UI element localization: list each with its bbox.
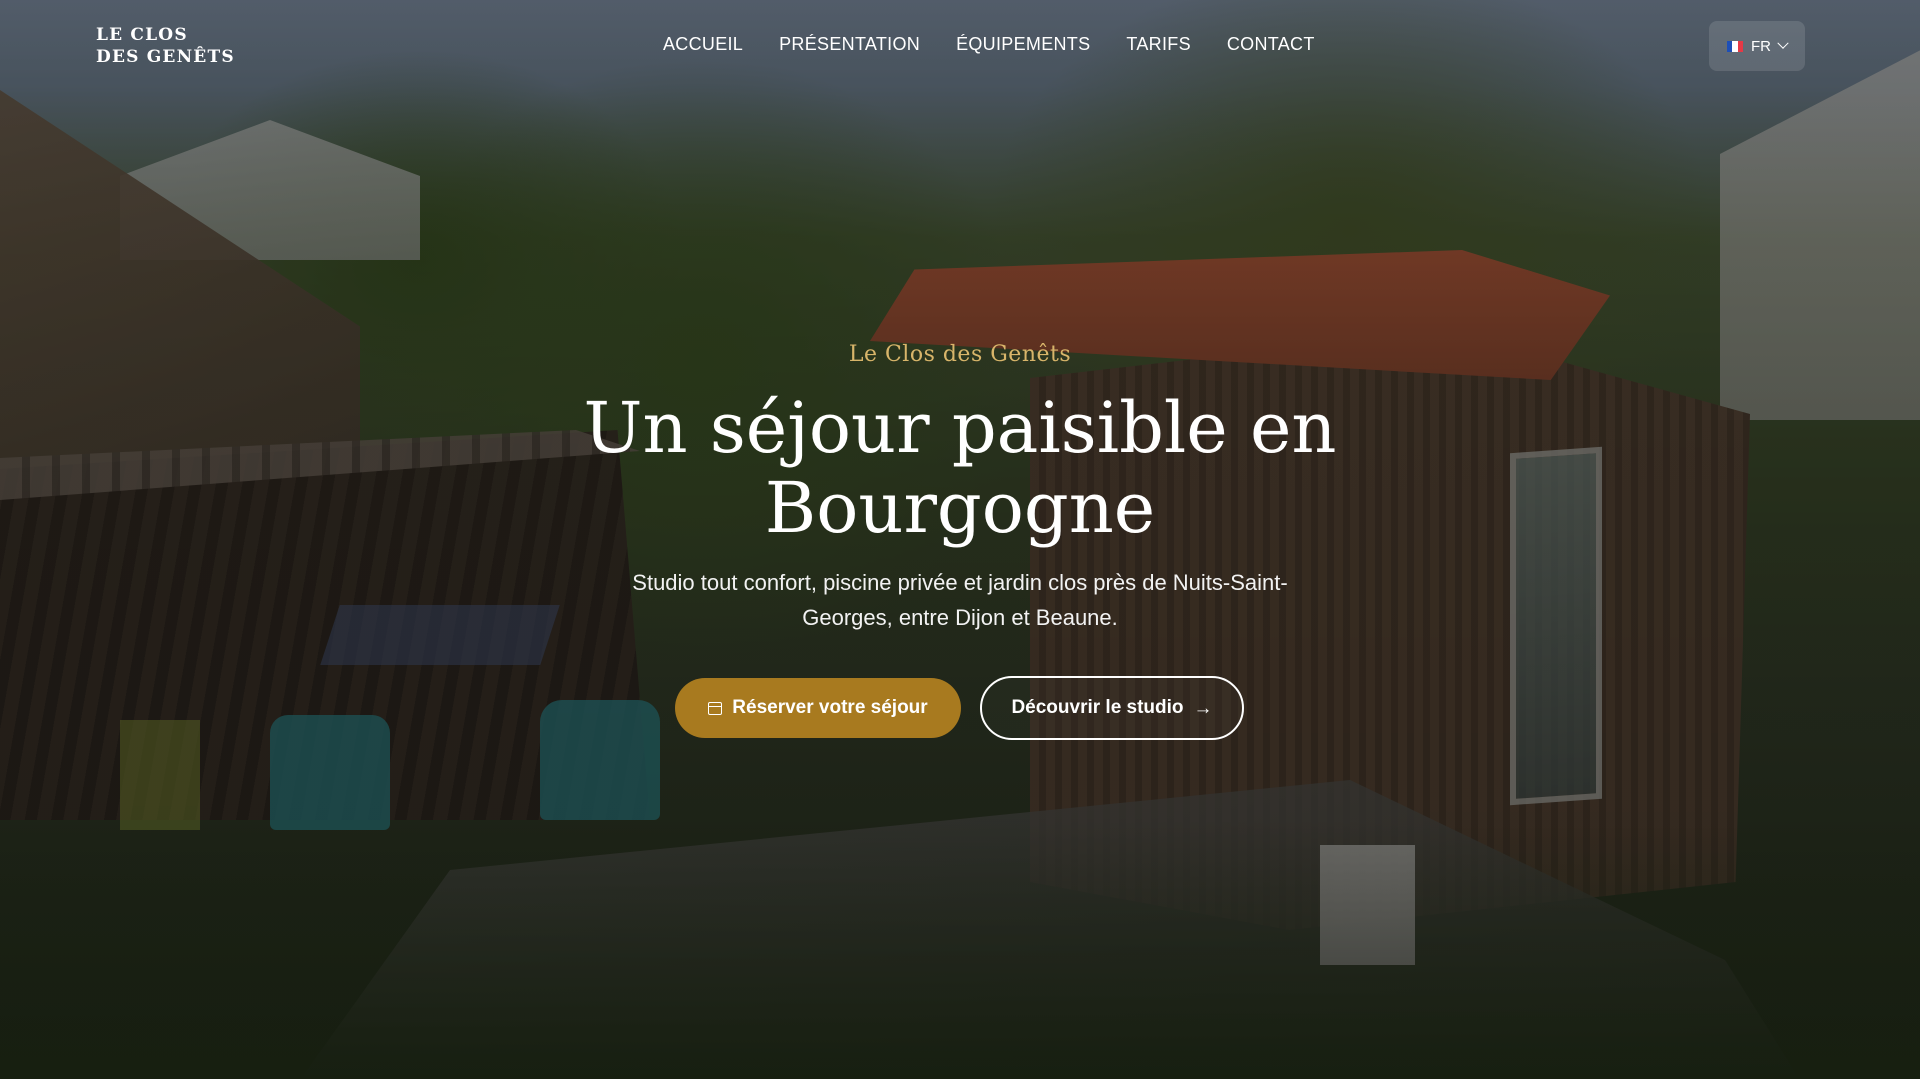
logo-line-2: DES GENÊTS	[96, 47, 235, 67]
site-logo[interactable]: LE CLOS DES GENÊTS	[96, 24, 235, 68]
discover-studio-button[interactable]: Découvrir le studio →	[980, 676, 1244, 740]
main-nav: ACCUEIL PRÉSENTATION ÉQUIPEMENTS TARIFS …	[663, 34, 1351, 55]
nav-item-contact[interactable]: CONTACT	[1227, 34, 1315, 55]
language-code: FR	[1751, 37, 1771, 55]
discover-studio-label: Découvrir le studio	[1011, 697, 1184, 718]
language-selector[interactable]: FR	[1709, 21, 1805, 71]
book-stay-label: Réserver votre séjour	[732, 697, 928, 718]
logo-line-1: LE CLOS	[96, 25, 188, 45]
book-stay-button[interactable]: Réserver votre séjour	[675, 678, 961, 738]
france-flag-icon	[1727, 40, 1743, 52]
hero-title: Un séjour paisible en Bourgogne	[583, 387, 1337, 549]
nav-item-tarifs[interactable]: TARIFS	[1126, 34, 1190, 55]
hero-subtitle: Studio tout confort, piscine privée et j…	[632, 570, 1288, 630]
nav-item-presentation[interactable]: PRÉSENTATION	[779, 34, 920, 55]
chevron-down-icon	[1777, 37, 1789, 49]
hero-eyebrow: Le Clos des Genêts	[848, 342, 1072, 367]
nav-item-accueil[interactable]: ACCUEIL	[663, 34, 743, 55]
calendar-icon	[708, 701, 723, 715]
nav-item-equipements[interactable]: ÉQUIPEMENTS	[956, 34, 1090, 55]
hero-section: LE CLOS DES GENÊTS ACCUEIL PRÉSENTATION …	[0, 0, 1920, 1079]
arrow-right-icon: →	[1193, 697, 1213, 719]
